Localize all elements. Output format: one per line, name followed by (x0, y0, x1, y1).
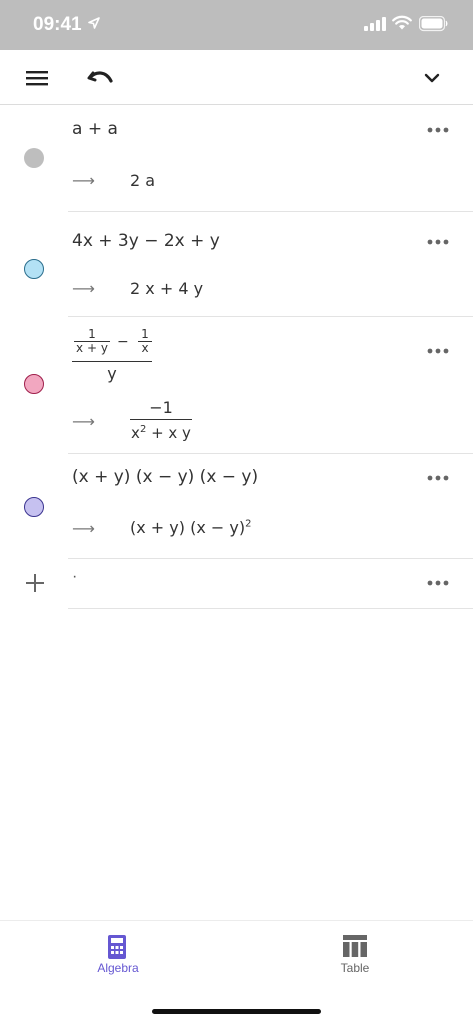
algebra-row: 1 x + y − 1 x y ⟶ −1 x2 + x y (0, 316, 473, 454)
fraction-denominator: y (107, 364, 117, 383)
hamburger-menu-icon[interactable] (20, 65, 54, 91)
chevron-down-icon[interactable] (418, 64, 446, 92)
result-arrow: ⟶ (72, 519, 95, 538)
output-numerator: −1 (130, 398, 192, 420)
result-arrow: ⟶ (72, 279, 95, 298)
calculator-icon (108, 935, 126, 959)
cellular-signal-icon (364, 17, 386, 31)
fraction-numerator: 1 x + y − 1 x (72, 328, 152, 358)
term-numerator: 1 (74, 328, 110, 342)
new-input-row: · (0, 558, 473, 609)
row-divider (68, 608, 473, 609)
plus-icon[interactable] (22, 570, 48, 596)
wifi-icon (392, 15, 412, 30)
denominator-base: x (131, 424, 140, 442)
expression-input[interactable]: a + a (72, 119, 118, 139)
term-denominator: x (141, 341, 149, 355)
more-options-icon[interactable] (426, 471, 450, 485)
new-expression-input[interactable]: · (72, 568, 77, 586)
result-arrow: ⟶ (72, 171, 95, 190)
visibility-toggle[interactable] (24, 374, 44, 394)
tab-algebra[interactable]: Algebra (58, 933, 178, 983)
expression-output: −1 x2 + x y (130, 398, 192, 443)
expression-input[interactable]: 4x + 3y − 2x + y (72, 231, 220, 251)
term-numerator: 1 (138, 328, 152, 342)
algebra-row: 4x + 3y − 2x + y ⟶ 2 x + 4 y (0, 211, 473, 317)
visibility-toggle[interactable] (24, 148, 44, 168)
status-time: 09:41 (33, 14, 82, 35)
fraction-term: 1 x (138, 328, 152, 355)
fraction-term: 1 x + y (74, 328, 110, 355)
home-indicator (152, 1009, 321, 1014)
more-options-icon[interactable] (426, 576, 450, 590)
output-base: (x + y) (x − y) (130, 518, 246, 537)
denominator-rest: + x y (146, 424, 191, 442)
output-exponent: 2 (245, 518, 252, 530)
algebra-row: a + a ⟶ 2 a (0, 105, 473, 212)
status-bar: 09:41 (0, 0, 473, 50)
location-arrow-icon (88, 17, 100, 29)
table-icon (343, 935, 367, 957)
algebra-row: (x + y) (x − y) (x − y) ⟶ (x + y) (x − y… (0, 453, 473, 559)
more-options-icon[interactable] (426, 235, 450, 249)
output-denominator: x2 + x y (130, 420, 192, 443)
algebra-view: a + a ⟶ 2 a 4x + 3y − 2x + y ⟶ 2 x + 4 y… (0, 105, 473, 609)
app-toolbar (0, 50, 473, 105)
more-options-icon[interactable] (426, 344, 450, 358)
undo-icon[interactable] (84, 64, 118, 92)
visibility-toggle[interactable] (24, 497, 44, 517)
more-options-icon[interactable] (426, 123, 450, 137)
term-denominator: x + y (76, 341, 108, 355)
expression-output: (x + y) (x − y)2 (130, 518, 251, 537)
tab-label: Table (340, 961, 370, 975)
expression-output: 2 a (130, 171, 156, 190)
tab-table[interactable]: Table (295, 933, 415, 983)
expression-output: 2 x + 4 y (130, 279, 204, 298)
operator: − (117, 334, 129, 350)
fraction-bar (72, 361, 152, 362)
visibility-toggle[interactable] (24, 259, 44, 279)
expression-input[interactable]: (x + y) (x − y) (x − y) (72, 467, 258, 487)
tab-label: Algebra (97, 961, 139, 975)
battery-icon (419, 16, 448, 32)
result-arrow: ⟶ (72, 412, 95, 431)
